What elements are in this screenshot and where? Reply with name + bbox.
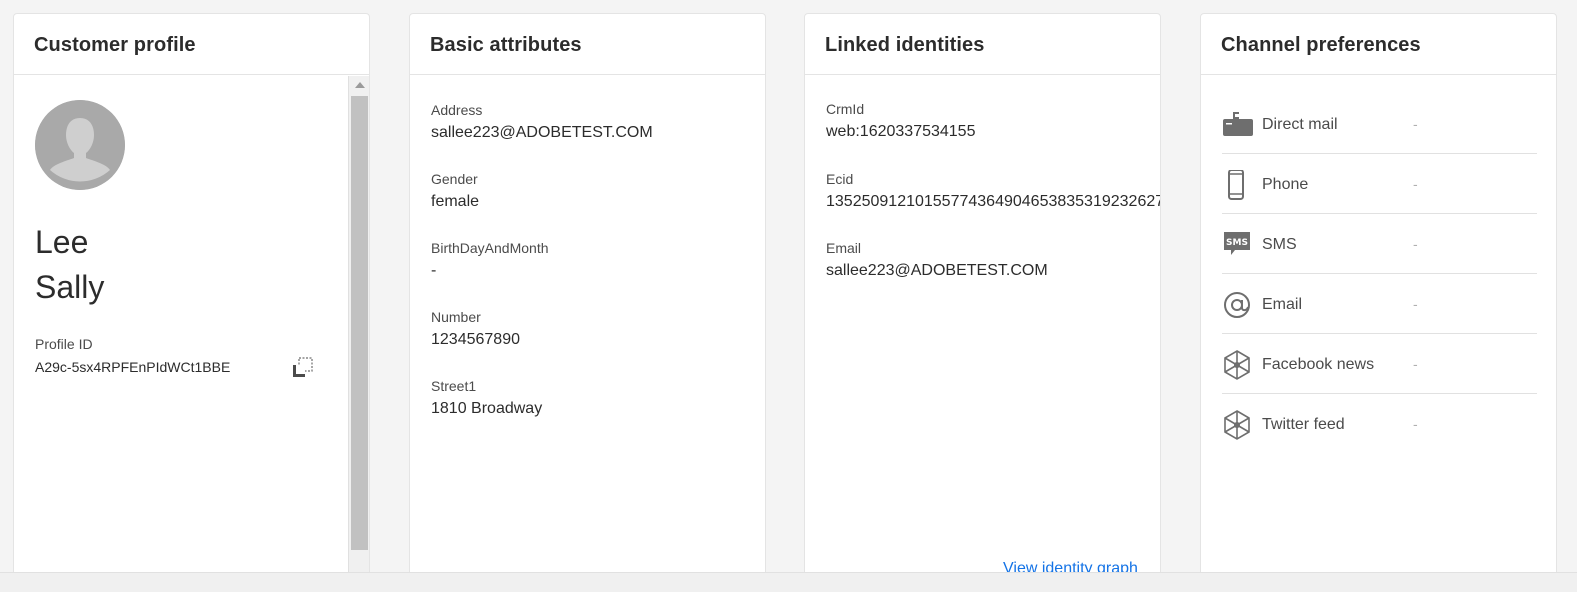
- attribute-number: Number 1234567890: [431, 309, 520, 349]
- attribute-value: -: [431, 262, 437, 279]
- attribute-label: Address: [431, 102, 483, 118]
- profile-id-value: A29c-5sx4RPFEnPIdWCt1BBE: [35, 359, 231, 375]
- copy-profile-id-button[interactable]: [291, 356, 315, 380]
- channel-row-phone: Phone -: [1222, 154, 1537, 214]
- user-silhouette-icon: [35, 100, 125, 190]
- basic-attributes-card: Basic attributes Address sallee223@ADOBE…: [409, 13, 766, 592]
- linked-identities-header: Linked identities: [805, 14, 1160, 75]
- customer-profile-body: Lee Sally Profile ID A29c-5sx4RPFEnPIdWC…: [14, 76, 348, 592]
- linked-identities-title: Linked identities: [825, 34, 985, 56]
- attribute-birthday: BirthDayAndMonth -: [431, 240, 549, 280]
- channel-row-twitter: Twitter feed -: [1222, 394, 1537, 454]
- identity-value: 13525091210155774364904653835319232627: [826, 193, 1161, 210]
- identity-label: Ecid: [826, 171, 854, 187]
- attribute-label: Street1: [431, 378, 477, 394]
- attribute-label: Number: [431, 309, 481, 325]
- channel-label: SMS: [1262, 236, 1297, 253]
- channel-preferences-card: Channel preferences Direct mail - Phone …: [1200, 13, 1557, 592]
- channel-label: Direct mail: [1262, 116, 1338, 133]
- profile-scrollbar[interactable]: [348, 76, 369, 592]
- channel-preferences-title: Channel preferences: [1221, 34, 1421, 56]
- linked-identities-card: Linked identities CrmId web:162033753415…: [804, 13, 1161, 592]
- identity-label: Email: [826, 240, 862, 256]
- copy-icon: [293, 357, 313, 377]
- scroll-up-icon[interactable]: [355, 82, 365, 88]
- profile-id-label: Profile ID: [35, 336, 93, 352]
- svg-text:SMS: SMS: [1226, 238, 1248, 248]
- channel-value: -: [1413, 356, 1418, 372]
- channel-label: Twitter feed: [1262, 416, 1345, 433]
- network-icon: [1222, 410, 1254, 440]
- customer-profile-header: Customer profile: [14, 14, 369, 75]
- identity-value: web:1620337534155: [826, 123, 976, 140]
- channel-preferences-header: Channel preferences: [1201, 14, 1556, 75]
- channel-row-sms: SMS SMS -: [1222, 214, 1537, 274]
- channel-value: -: [1413, 416, 1418, 432]
- identity-crmid: CrmId web:1620337534155: [826, 101, 975, 141]
- identity-ecid: Ecid 13525091210155774364904653835319232…: [826, 171, 1161, 211]
- attribute-street: Street1 1810 Broadway: [431, 378, 542, 418]
- network-icon: [1222, 350, 1254, 380]
- attribute-value: 1810 Broadway: [431, 400, 543, 417]
- identity-value: sallee223@ADOBETEST.COM: [826, 262, 1048, 279]
- scrollbar-thumb[interactable]: [351, 96, 368, 550]
- customer-profile-title: Customer profile: [34, 34, 196, 56]
- channel-value: -: [1413, 236, 1418, 252]
- channel-row-facebook: Facebook news -: [1222, 334, 1537, 394]
- attribute-value: sallee223@ADOBETEST.COM: [431, 124, 653, 141]
- attribute-label: BirthDayAndMonth: [431, 240, 549, 256]
- basic-attributes-header: Basic attributes: [410, 14, 765, 75]
- horizontal-scroll-track: [0, 572, 1577, 592]
- basic-attributes-title: Basic attributes: [430, 34, 582, 56]
- channel-value: -: [1413, 116, 1418, 132]
- profile-first-name: Lee: [35, 224, 89, 260]
- attribute-value: female: [431, 193, 480, 210]
- attribute-gender: Gender female: [431, 171, 479, 211]
- mailbox-icon: [1222, 110, 1254, 140]
- channel-value: -: [1413, 176, 1418, 192]
- at-icon: [1222, 290, 1254, 320]
- avatar: [35, 100, 125, 190]
- channel-label: Facebook news: [1262, 356, 1375, 373]
- channel-label: Email: [1262, 296, 1303, 313]
- identity-email: Email sallee223@ADOBETEST.COM: [826, 240, 1048, 280]
- channel-label: Phone: [1262, 176, 1309, 193]
- profile-last-name: Sally: [35, 269, 105, 305]
- channel-row-direct-mail: Direct mail -: [1222, 94, 1537, 154]
- channel-value: -: [1413, 296, 1418, 312]
- sms-icon: SMS: [1222, 230, 1254, 260]
- channel-row-email: Email -: [1222, 274, 1537, 334]
- attribute-label: Gender: [431, 171, 478, 187]
- identity-label: CrmId: [826, 101, 865, 117]
- customer-profile-card: Customer profile Lee Sally Profile ID A2…: [13, 13, 370, 592]
- attribute-address: Address sallee223@ADOBETEST.COM: [431, 102, 653, 142]
- attribute-value: 1234567890: [431, 331, 520, 348]
- phone-icon: [1222, 169, 1254, 200]
